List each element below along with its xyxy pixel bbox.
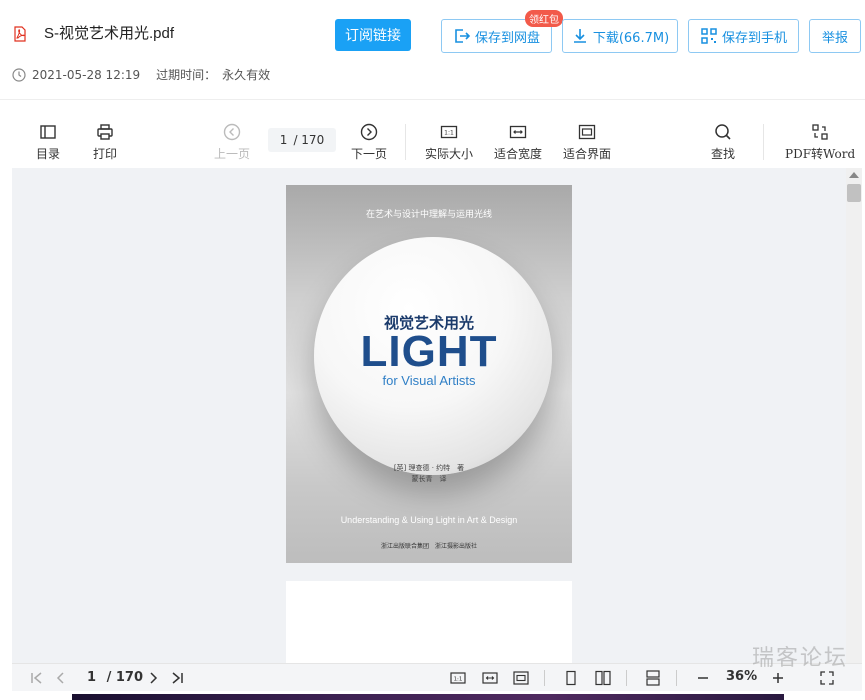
download-icon xyxy=(573,29,586,43)
save-to-phone-label: 保存到手机 xyxy=(721,30,787,46)
pdf-page-2 xyxy=(286,581,572,663)
fit-page-button[interactable]: 适合界面 xyxy=(563,122,611,162)
actual-size-icon[interactable]: 1:1 xyxy=(449,669,467,687)
qr-code-icon xyxy=(701,28,717,44)
download-label: 下载(66.7M) xyxy=(592,30,670,46)
first-page-icon[interactable] xyxy=(28,669,46,687)
next-page-button[interactable]: 下一页 xyxy=(351,122,387,162)
bottom-divider xyxy=(676,670,677,686)
last-page-icon[interactable] xyxy=(168,669,186,687)
viewer-bottom-bar: 1 / 170 1:1 36% xyxy=(12,663,862,691)
download-button[interactable]: 下载(66.7M) xyxy=(562,19,678,53)
print-button[interactable]: 打印 xyxy=(93,122,117,162)
pdf-file-icon xyxy=(14,26,26,42)
taskbar-strip xyxy=(72,694,784,700)
next-page-label: 下一页 xyxy=(351,147,388,161)
svg-text:1:1: 1:1 xyxy=(454,677,463,683)
search-icon xyxy=(715,124,731,140)
report-label: 举报 xyxy=(821,30,848,46)
fit-page-icon xyxy=(578,124,596,140)
cover-subtitle: for Visual Artists xyxy=(382,373,476,388)
file-header: S-视觉艺术用光.pdf 2021-05-28 12:19 过期时间： 永久有效 … xyxy=(0,0,865,100)
cover-author-line: [英] 理查德 · 约特 著 xyxy=(393,464,465,472)
chevron-right-circle-icon xyxy=(360,123,378,141)
toc-button[interactable]: 目录 xyxy=(36,122,60,162)
chevron-left-icon[interactable] xyxy=(52,669,70,687)
cover-author: [英] 理查德 · 约特 著 蒙长青 译 xyxy=(286,463,572,485)
prev-page-button[interactable]: 上一页 xyxy=(214,122,250,162)
cover-publisher: 浙江出版联合集团 浙江摄影出版社 xyxy=(380,543,477,550)
pdf-to-word-button[interactable]: PDF转Word xyxy=(785,122,855,162)
clock-icon xyxy=(12,67,26,82)
bottom-page-indicator[interactable]: 1 / 170 xyxy=(87,670,143,685)
toolbar-divider xyxy=(405,124,406,160)
save-to-phone-button[interactable]: 保存到手机 xyxy=(688,19,799,53)
zoom-out-icon[interactable] xyxy=(694,669,712,687)
toolbar-divider xyxy=(763,124,764,160)
pdf-page-1: 在艺术与设计中理解与运用光线 视觉艺术用光 LIGHT for Visual A… xyxy=(286,185,572,563)
prev-page-label: 上一页 xyxy=(214,147,251,161)
actual-size-button[interactable]: 1:1 实际大小 xyxy=(425,122,473,162)
file-meta: 2021-05-28 12:19 过期时间： 永久有效 xyxy=(12,66,270,83)
sidebar-icon xyxy=(40,125,56,139)
vertical-scrollbar[interactable] xyxy=(846,168,862,663)
page-indicator[interactable]: 1 / 170 xyxy=(268,128,336,152)
fit-width-icon[interactable] xyxy=(481,669,499,687)
cover-tagline: 在艺术与设计中理解与运用光线 xyxy=(365,210,492,220)
fit-width-button[interactable]: 适合宽度 xyxy=(494,122,542,162)
forum-watermark: 瑞客论坛 xyxy=(752,646,849,671)
continuous-scroll-icon[interactable] xyxy=(644,669,662,687)
save-drive-icon xyxy=(455,29,471,43)
convert-icon xyxy=(812,124,828,140)
cover-english-tagline: Understanding & Using Light in Art & Des… xyxy=(340,515,518,525)
printer-icon xyxy=(97,124,113,140)
chevron-left-circle-icon xyxy=(223,123,241,141)
file-name: S-视觉艺术用光.pdf xyxy=(44,25,175,42)
bottom-current-page[interactable]: 1 xyxy=(87,670,96,685)
pdf-viewer[interactable]: 在艺术与设计中理解与运用光线 视觉艺术用光 LIGHT for Visual A… xyxy=(12,168,862,663)
cover-translator-line: 蒙长青 译 xyxy=(411,475,447,483)
fit-width-label: 适合宽度 xyxy=(494,147,543,161)
search-label: 查找 xyxy=(711,147,736,161)
search-button[interactable]: 查找 xyxy=(711,122,735,162)
fit-page-icon[interactable] xyxy=(512,669,530,687)
toc-label: 目录 xyxy=(36,147,61,161)
bottom-total-pages: / 170 xyxy=(106,670,143,685)
scrollbar-thumb[interactable] xyxy=(847,184,861,202)
chevron-right-icon[interactable] xyxy=(144,669,162,687)
total-pages: / 170 xyxy=(293,133,325,147)
print-label: 打印 xyxy=(93,147,118,161)
two-page-icon[interactable] xyxy=(594,669,612,687)
upload-date: 2021-05-28 12:19 xyxy=(32,67,141,82)
expire-value: 永久有效 xyxy=(222,68,271,82)
current-page-input[interactable]: 1 xyxy=(280,133,288,147)
save-to-drive-label: 保存到网盘 xyxy=(474,30,540,46)
expire-label: 过期时间： xyxy=(156,68,217,82)
bottom-divider xyxy=(544,670,545,686)
scroll-up-arrow-icon[interactable] xyxy=(849,172,859,178)
bottom-divider xyxy=(626,670,627,686)
pdf-to-word-label: PDF转Word xyxy=(785,147,856,161)
actual-size-icon: 1:1 xyxy=(440,125,458,139)
fit-page-label: 适合界面 xyxy=(563,147,612,161)
svg-text:1:1: 1:1 xyxy=(444,130,454,137)
red-packet-badge[interactable]: 领红包 xyxy=(525,10,563,27)
report-button[interactable]: 举报 xyxy=(809,19,861,53)
fit-width-icon xyxy=(509,125,527,139)
single-page-icon[interactable] xyxy=(562,669,580,687)
actual-size-label: 实际大小 xyxy=(425,147,474,161)
subscribe-button[interactable]: 订阅链接 xyxy=(335,19,411,51)
cover-main-title: LIGHT xyxy=(360,327,498,376)
